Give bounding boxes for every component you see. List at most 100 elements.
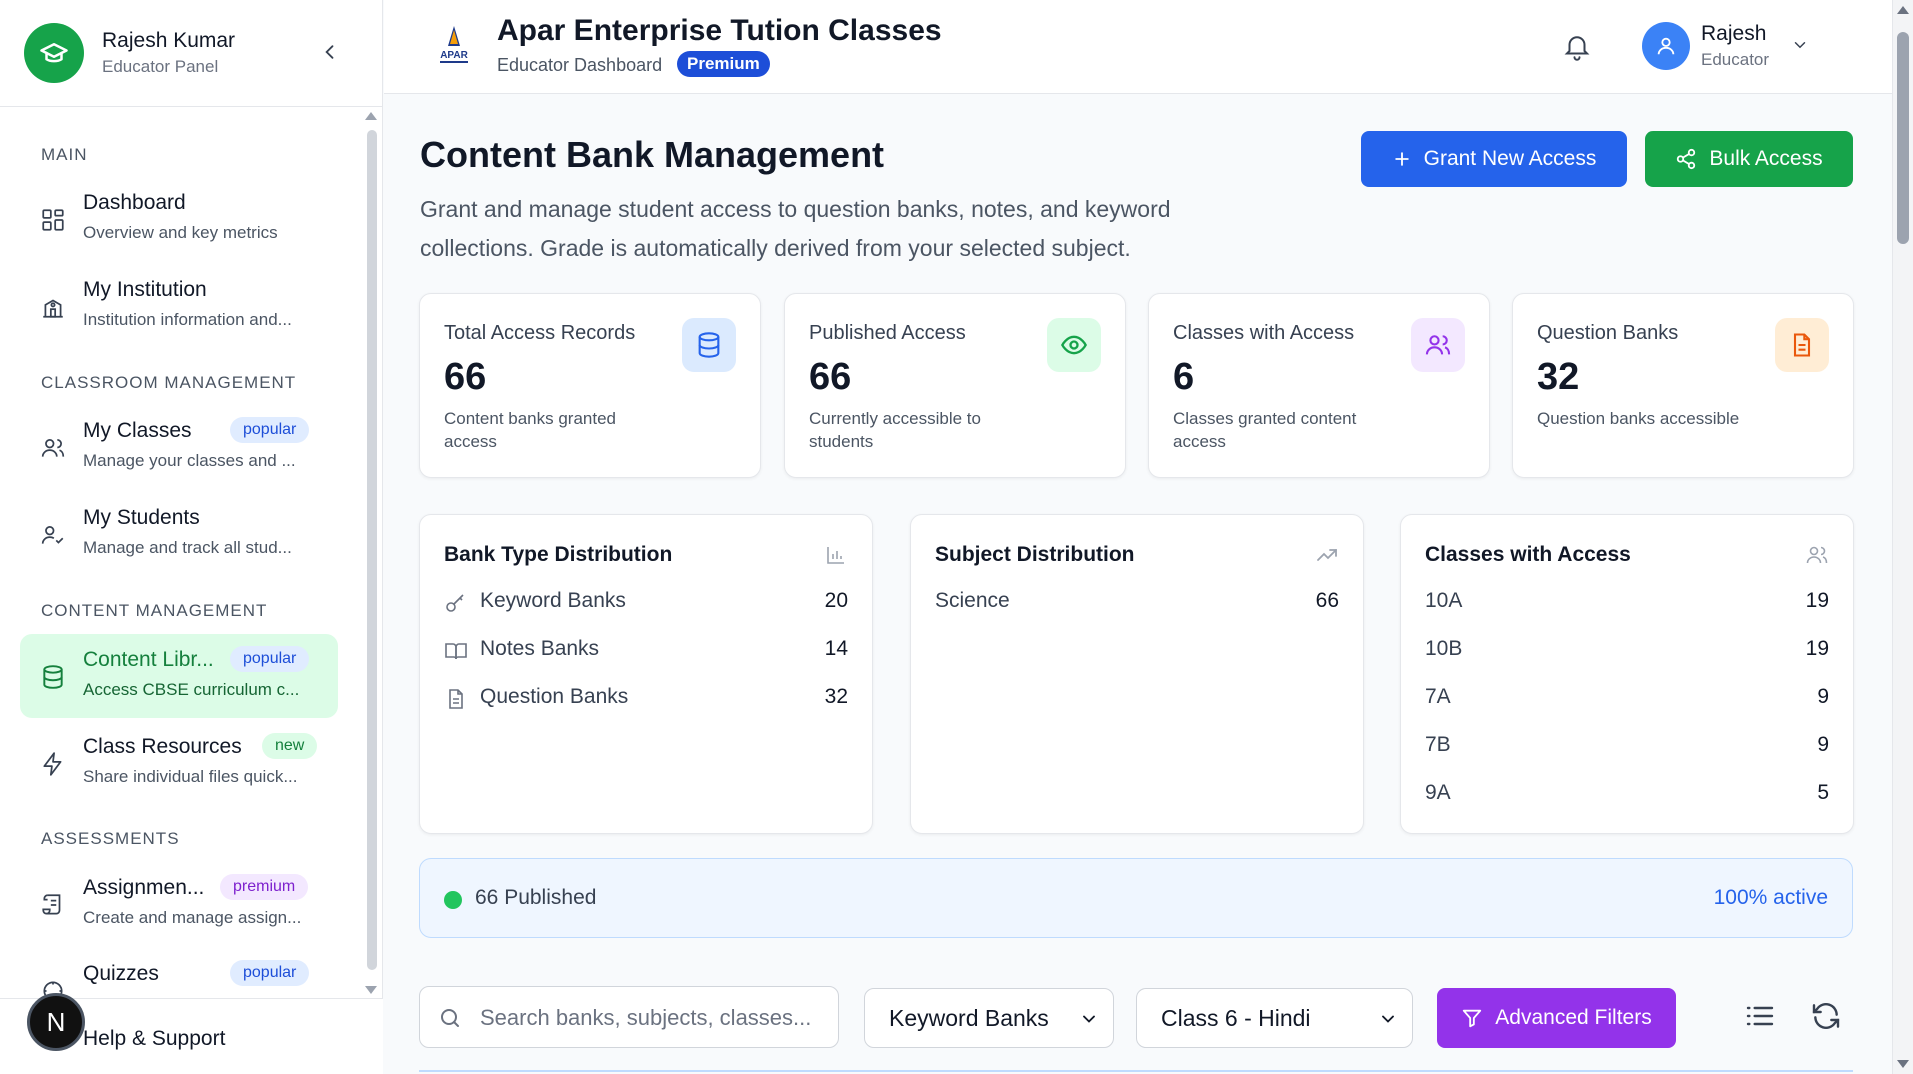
premium-badge: Premium — [677, 51, 770, 77]
chevron-down-icon — [1382, 1015, 1394, 1023]
row-value: 5 — [1817, 781, 1829, 804]
section-content: CONTENT MANAGEMENT — [41, 601, 268, 620]
sidebar-item-class-resources[interactable]: Class Resources new Share individual fil… — [20, 721, 338, 805]
bank-type-row: Question Banks 32 — [444, 685, 848, 715]
sidebar-item-subtitle: Access CBSE curriculum c... — [83, 680, 300, 699]
row-value: 14 — [824, 637, 848, 660]
page-scrollbar[interactable] — [1892, 0, 1913, 1074]
bulk-access-button[interactable]: Bulk Access — [1645, 131, 1853, 187]
scrollbar-thumb[interactable] — [367, 130, 377, 970]
bank-type-select[interactable]: Keyword Banks — [864, 988, 1114, 1048]
stat-card-total-access: Total Access Records 66 Content banks gr… — [419, 293, 761, 478]
row-value: 9 — [1817, 733, 1829, 756]
new-badge: new — [262, 733, 318, 759]
chevron-left-icon[interactable] — [316, 38, 344, 66]
file-icon — [1775, 318, 1829, 372]
sidebar-user-role: Educator Panel — [102, 57, 219, 76]
row-value: 20 — [824, 589, 848, 612]
sidebar-item-title: My Institution — [83, 278, 207, 301]
class-row: 10B 19 — [1425, 637, 1829, 667]
sidebar-item-subtitle: Manage your classes and ... — [83, 451, 296, 470]
sidebar-item-subtitle: Institution information and... — [83, 310, 292, 329]
card-title: Subject Distribution — [935, 543, 1135, 566]
advanced-filters-button[interactable]: Advanced Filters — [1437, 988, 1676, 1048]
stat-label: Published Access — [809, 322, 966, 344]
sidebar-item-subtitle: Manage and track all stud... — [83, 538, 292, 557]
user-check-icon — [41, 526, 64, 544]
sidebar-item-title: Assignmen... — [83, 876, 205, 899]
popular-badge: popular — [230, 646, 310, 672]
bar-chart-icon — [827, 547, 844, 564]
subject-distribution-card: Subject Distribution Science 66 — [910, 514, 1364, 834]
floating-avatar[interactable]: N — [27, 993, 85, 1051]
subject-row: Science 66 — [935, 589, 1339, 619]
page-description: Grant and manage student access to quest… — [420, 196, 1171, 261]
stat-label: Total Access Records — [444, 322, 636, 344]
published-count: 66 Published — [475, 886, 597, 909]
help-support-link[interactable]: Help & Support — [83, 1027, 225, 1051]
topbar: APAR Apar Enterprise Tution Classes Educ… — [384, 0, 1892, 94]
sidebar-item-institution[interactable]: My Institution Institution information a… — [20, 264, 338, 348]
refresh-icon[interactable] — [1810, 1000, 1842, 1032]
row-label: Science — [935, 589, 1010, 612]
eye-icon — [1047, 318, 1101, 372]
card-title: Bank Type Distribution — [444, 543, 673, 566]
sidebar: Rajesh Kumar Educator Panel MAIN Dashboa… — [0, 0, 383, 1074]
institution-title: Apar Enterprise Tution Classes — [497, 14, 942, 47]
sidebar-item-quizzes[interactable]: Quizzes popular — [20, 948, 338, 998]
zap-icon — [43, 752, 62, 776]
row-label: 10A — [1425, 589, 1463, 612]
sidebar-item-content-library[interactable]: Content Libr... popular Access CBSE curr… — [20, 634, 338, 718]
sidebar-item-classes[interactable]: My Classes popular Manage your classes a… — [20, 405, 338, 489]
scroll-up-arrow[interactable] — [365, 112, 377, 120]
row-value: 19 — [1805, 637, 1829, 660]
grant-new-access-button[interactable]: Grant New Access — [1361, 131, 1627, 187]
bank-type-distribution-card: Bank Type Distribution Keyword Banks 20 … — [419, 514, 873, 834]
search-input[interactable] — [480, 999, 830, 1037]
sidebar-header: Rajesh Kumar Educator Panel — [0, 0, 382, 107]
list-view-icon[interactable] — [1744, 1000, 1776, 1032]
database-icon — [682, 318, 736, 372]
users-icon — [1411, 318, 1465, 372]
logo-text: APAR — [440, 50, 468, 61]
topbar-user-role: Educator — [1701, 50, 1770, 69]
sidebar-item-title: Dashboard — [83, 191, 186, 214]
stat-label: Question Banks — [1537, 322, 1679, 344]
plus-icon — [1394, 152, 1409, 166]
sidebar-scrollbar[interactable] — [364, 108, 378, 998]
class-select[interactable]: Class 6 - Hindi — [1136, 988, 1413, 1048]
sidebar-item-assignments[interactable]: Assignmen... premium Create and manage a… — [20, 862, 338, 946]
bulk-button-label: Bulk Access — [1709, 147, 1823, 170]
stat-desc: Classes granted content access — [1173, 409, 1357, 451]
sidebar-item-dashboard[interactable]: Dashboard Overview and key metrics — [20, 177, 338, 261]
scroll-icon — [42, 894, 61, 915]
scrollbar-thumb[interactable] — [1897, 32, 1909, 244]
topbar-user-name[interactable]: Rajesh — [1701, 22, 1766, 46]
sidebar-item-subtitle: Overview and key metrics — [83, 223, 278, 242]
sidebar-item-students[interactable]: My Students Manage and track all stud... — [20, 492, 338, 576]
chevron-down-icon[interactable] — [1791, 36, 1809, 54]
stat-card-published-access: Published Access 66 Currently accessible… — [784, 293, 1126, 478]
stat-value: 66 — [809, 356, 852, 398]
bell-icon[interactable] — [1562, 30, 1592, 62]
scroll-down-arrow[interactable] — [365, 986, 377, 994]
advanced-filters-label: Advanced Filters — [1495, 1006, 1652, 1029]
sidebar-item-title: My Students — [83, 506, 200, 529]
scroll-up-arrow[interactable] — [1897, 6, 1909, 14]
class-row: 7B 9 — [1425, 733, 1829, 763]
sidebar-item-title: Class Resources — [83, 735, 242, 758]
row-value: 9 — [1817, 685, 1829, 708]
bank-type-row: Notes Banks 14 — [444, 637, 848, 667]
sidebar-user-name: Rajesh Kumar — [102, 29, 236, 52]
user-avatar[interactable] — [1642, 22, 1690, 70]
users-icon — [41, 439, 65, 457]
stat-label: Classes with Access — [1173, 322, 1355, 344]
scroll-down-arrow[interactable] — [1897, 1060, 1909, 1068]
sidebar-item-title: Quizzes — [83, 962, 159, 985]
graduation-cap-icon — [24, 23, 84, 83]
database-icon — [43, 665, 63, 689]
row-label: 7B — [1425, 733, 1451, 756]
published-status-bar: 66 Published 100% active — [419, 858, 1853, 938]
stat-value: 32 — [1537, 356, 1580, 398]
active-percentage: 100% active — [1713, 886, 1828, 909]
